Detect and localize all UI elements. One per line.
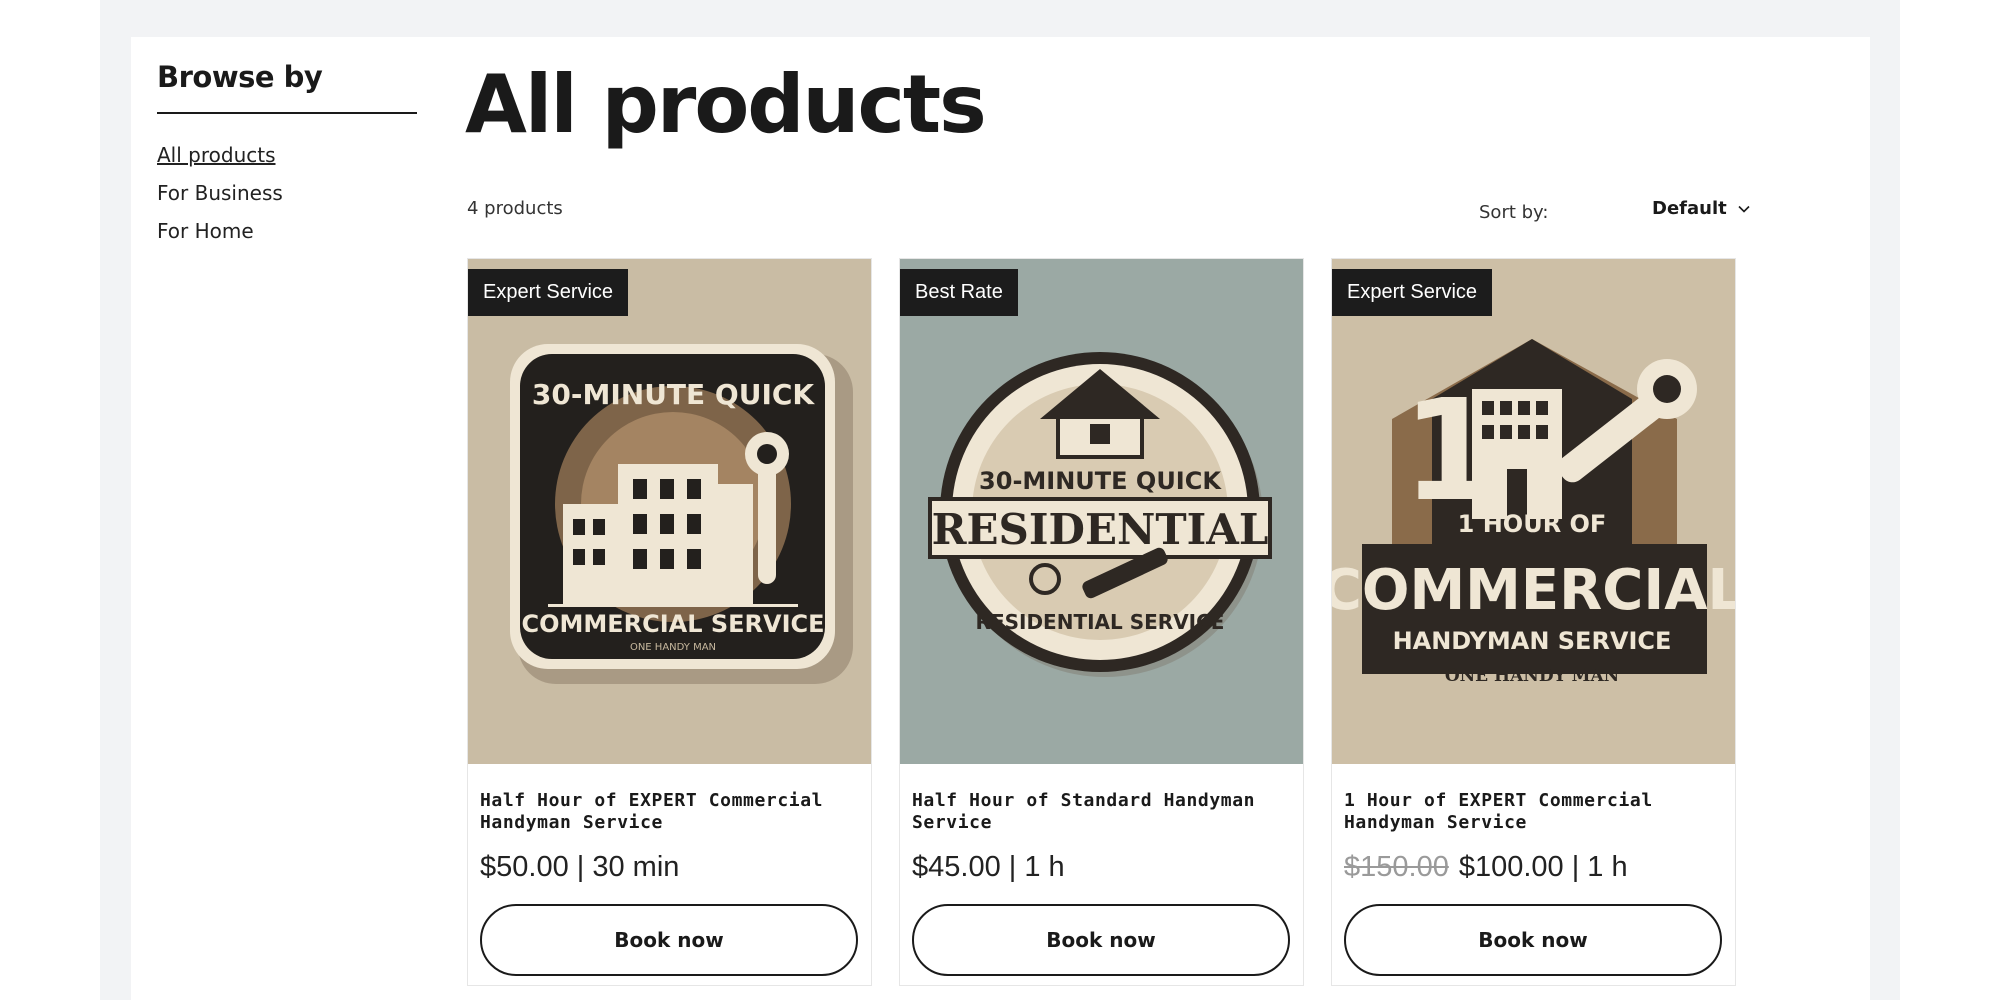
svg-text:RESIDENTIAL SERVICE: RESIDENTIAL SERVICE: [976, 610, 1225, 634]
page-title: All products: [465, 58, 987, 151]
book-now-button[interactable]: Book now: [480, 904, 858, 976]
residential-badge-image: 30-MINUTE QUICK RESIDENTIAL RESIDENTIAL …: [900, 259, 1303, 764]
product-price-value: $50.00 | 30 min: [480, 851, 680, 883]
ribbon-badge: Best Rate: [900, 269, 1018, 316]
svg-text:COMMERCIAL SERVICE: COMMERCIAL SERVICE: [521, 610, 824, 638]
one-hour-commercial-badge-image: 1 1 HOUR OF COMMERCIAL HANDYMAN SERVICE …: [1332, 259, 1735, 764]
browse-sidebar: Browse by All products For Business For …: [157, 60, 417, 250]
product-price-value: $45.00 | 1 h: [912, 851, 1065, 883]
book-now-button[interactable]: Book now: [912, 904, 1290, 976]
svg-text:1 HOUR OF: 1 HOUR OF: [1458, 510, 1607, 538]
sidebar-item-for-business[interactable]: For Business: [157, 174, 417, 212]
sort-value: Default: [1652, 198, 1727, 219]
product-price: $45.00 | 1 h: [912, 851, 1065, 884]
ribbon-badge: Expert Service: [468, 269, 629, 316]
svg-text:ONE HANDY MAN: ONE HANDY MAN: [630, 642, 716, 653]
product-name[interactable]: 1 Hour of EXPERT Commercial Handyman Ser…: [1344, 790, 1723, 834]
product-card: 1 1 HOUR OF COMMERCIAL HANDYMAN SERVICE …: [1331, 258, 1736, 986]
product-image[interactable]: 1 1 HOUR OF COMMERCIAL HANDYMAN SERVICE …: [1332, 259, 1735, 764]
svg-text:COMMERCIAL: COMMERCIAL: [1332, 558, 1735, 623]
product-image[interactable]: 30-MINUTE QUICK COMMERCIAL SERVICE ONE H…: [468, 259, 871, 764]
sidebar-item-for-home[interactable]: For Home: [157, 212, 417, 250]
product-price-value: $100.00 | 1 h: [1458, 851, 1628, 883]
product-card: 30-MINUTE QUICK RESIDENTIAL RESIDENTIAL …: [899, 258, 1304, 986]
svg-text:30-MINUTE QUICK: 30-MINUTE QUICK: [532, 378, 816, 411]
product-image[interactable]: 30-MINUTE QUICK RESIDENTIAL RESIDENTIAL …: [900, 259, 1303, 764]
sort-label: Sort by:: [1479, 202, 1549, 223]
product-card: 30-MINUTE QUICK COMMERCIAL SERVICE ONE H…: [467, 258, 872, 986]
original-price: $150.00: [1344, 851, 1449, 883]
product-price: $150.00 $100.00 | 1 h: [1344, 851, 1628, 884]
chevron-down-icon: [1738, 205, 1750, 213]
sidebar-item-all-products[interactable]: All products: [157, 136, 417, 174]
book-now-button[interactable]: Book now: [1344, 904, 1722, 976]
product-name[interactable]: Half Hour of Standard Handyman Service: [912, 790, 1291, 834]
sidebar-title: Browse by: [157, 60, 417, 114]
svg-text:HANDYMAN SERVICE: HANDYMAN SERVICE: [1393, 627, 1672, 655]
sort-dropdown[interactable]: Default: [1652, 198, 1751, 219]
product-name[interactable]: Half Hour of EXPERT Commercial Handyman …: [480, 790, 859, 834]
product-count: 4 products: [467, 198, 563, 219]
svg-text:RESIDENTIAL: RESIDENTIAL: [932, 505, 1269, 554]
ribbon-badge: Expert Service: [1332, 269, 1493, 316]
svg-text:ONE HANDY MAN: ONE HANDY MAN: [1445, 666, 1619, 686]
product-price: $50.00 | 30 min: [480, 851, 679, 884]
category-list: All products For Business For Home: [157, 136, 417, 250]
commercial-badge-image: 30-MINUTE QUICK COMMERCIAL SERVICE ONE H…: [468, 259, 871, 764]
svg-text:30-MINUTE QUICK: 30-MINUTE QUICK: [979, 467, 1222, 495]
